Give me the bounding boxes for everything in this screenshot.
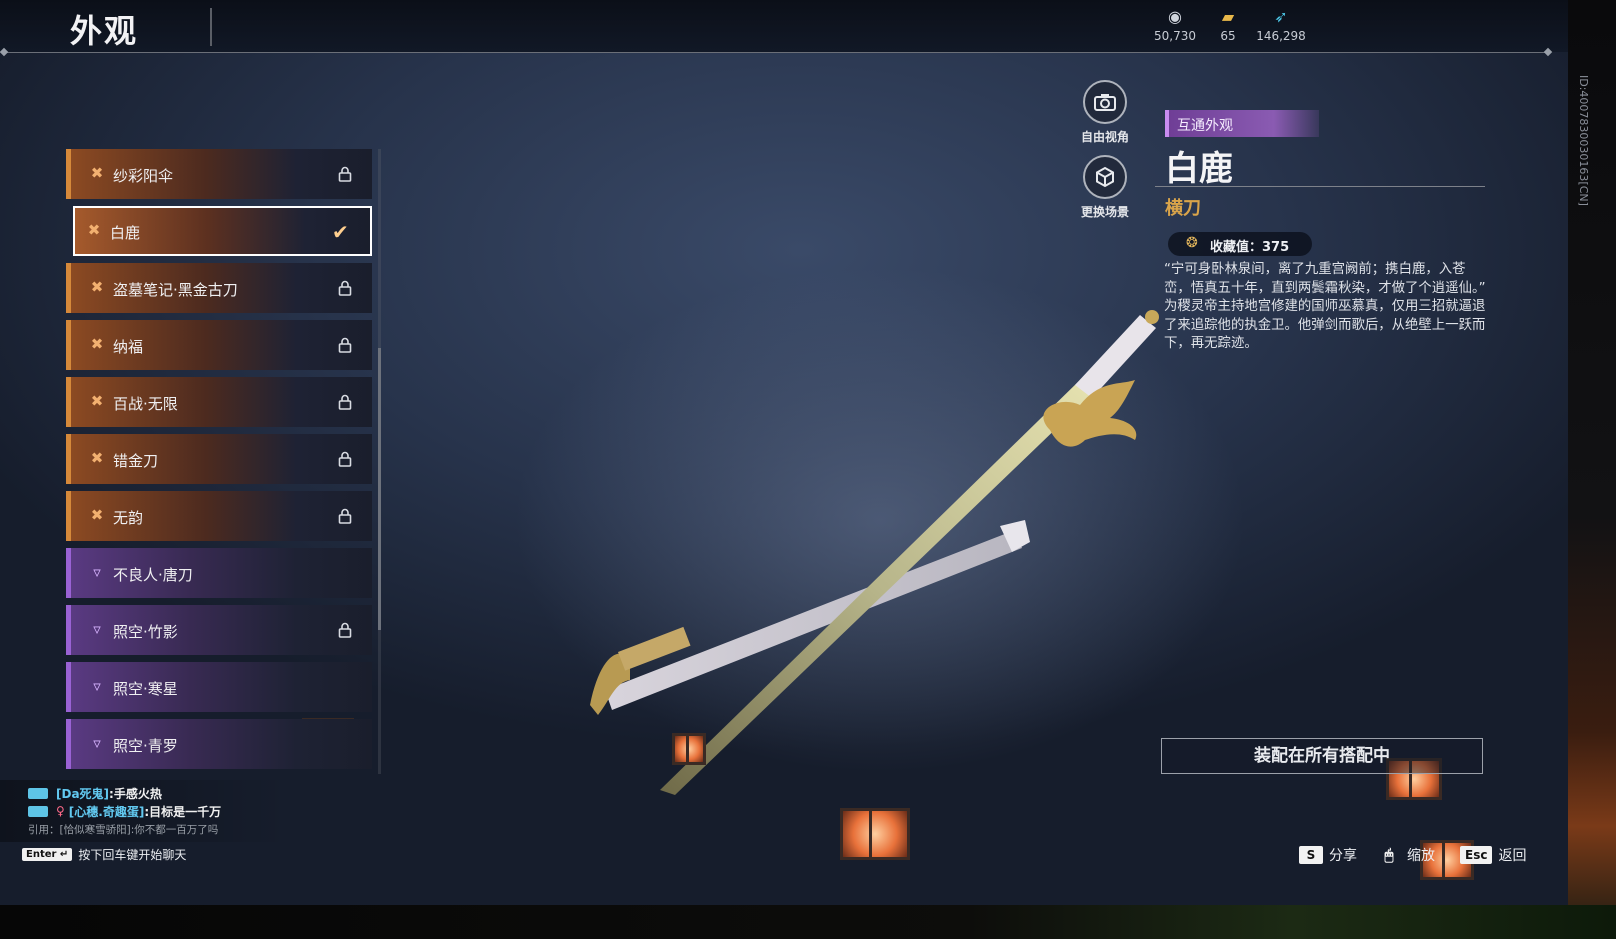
weapon-type: 横刀 <box>1165 198 1201 219</box>
name-divider <box>1155 186 1485 187</box>
orange-quality-icon: ✖ <box>90 278 104 296</box>
esc-key: Esc <box>1460 846 1493 864</box>
share-label: 分享 <box>1329 848 1357 864</box>
appearance-item-name: 纱彩阳伞 <box>113 167 174 185</box>
purple-quality-icon: ▿ <box>93 563 101 581</box>
appearance-item[interactable]: ✖ 百战·无限 <box>66 377 372 427</box>
title-divider <box>210 8 212 46</box>
zoom-hint[interactable]: 🖱 缩放 <box>1377 845 1435 865</box>
chat-message: [Da死鬼] :手感火热 <box>28 784 288 802</box>
description-lore: 为稷灵帝主持地宫修建的国师巫慕真，仅用三招就逼退了来追踪他的执金卫。他弹剑而歌后… <box>1164 299 1486 351</box>
appearance-item[interactable]: ✖ 错金刀 <box>66 434 372 484</box>
cube-icon <box>1083 155 1127 199</box>
appearance-item[interactable]: ✖ 纱彩阳伞 <box>66 149 372 199</box>
change-scene-label: 更换场景 <box>1080 205 1129 219</box>
orange-quality-icon: ✖ <box>90 335 104 353</box>
chat-quote: 引用：[恰似寒雪骄阳]:你不都一百万了吗 <box>28 823 219 836</box>
camera-icon <box>1083 80 1127 124</box>
appearance-item[interactable]: ▿ 照空·竹影 <box>66 605 372 655</box>
lock-icon <box>338 394 352 410</box>
orange-quality-icon: ✖ <box>90 392 104 410</box>
back-hint[interactable]: Esc 返回 <box>1460 845 1526 865</box>
id-watermark: ID:4007830030163[CN] <box>1577 75 1590 206</box>
change-scene-button[interactable]: 更换场景 <box>1070 155 1140 220</box>
chat-panel: [Da死鬼] :手感火热 ♀ [心穗.奇趣蛋] :目标是一千万 引用：[恰似寒雪… <box>28 784 288 838</box>
lock-icon <box>338 622 352 638</box>
chat-input-label: 按下回车键开始聊天 <box>78 848 187 862</box>
female-icon: ♀ <box>56 804 65 818</box>
channel-icon <box>28 787 48 799</box>
equip-all-button[interactable]: 装配在所有搭配中 <box>1161 738 1483 774</box>
lock-icon <box>338 451 352 467</box>
currency-feather[interactable]: ➶ 146,298 <box>1246 7 1316 44</box>
appearance-item-name: 无韵 <box>113 509 144 527</box>
item-name: 白鹿 <box>1165 149 1233 189</box>
chat-user[interactable]: [心穗.奇趣蛋] <box>69 803 145 820</box>
purple-quality-icon: ▿ <box>93 620 101 638</box>
orange-quality-icon: ✖ <box>87 221 101 239</box>
description-quote: “宁可身卧林泉间，离了九重宫阙前；携白鹿，入苍峦，悟真五十年，直到两鬓霜秋染，才… <box>1164 262 1486 296</box>
item-description: “宁可身卧林泉间，离了九重宫阙前；携白鹿，入苍峦，悟真五十年，直到两鬓霜秋染，才… <box>1164 261 1489 354</box>
scene-lantern <box>840 808 910 860</box>
appearance-item-name: 照空·竹影 <box>113 623 178 641</box>
channel-icon <box>28 805 48 817</box>
enter-key: Enter ↵ <box>22 848 73 861</box>
appearance-item[interactable]: ▿ 照空·寒星 <box>66 662 372 712</box>
appearance-item[interactable]: ✖ 无韵 <box>66 491 372 541</box>
top-bar-divider <box>6 52 1546 53</box>
chat-user[interactable]: [Da死鬼] <box>56 785 109 802</box>
list-scrollbar-thumb[interactable] <box>378 348 381 630</box>
appearance-item-name: 盗墓笔记·黑金古刀 <box>113 281 238 299</box>
free-view-label: 自由视角 <box>1080 130 1129 144</box>
chat-text: :手感火热 <box>109 786 162 801</box>
appearance-item-name: 不良人·唐刀 <box>113 566 193 584</box>
share-key: S <box>1299 846 1323 864</box>
orange-quality-icon: ✖ <box>90 506 104 524</box>
chat-message: ♀ [心穗.奇趣蛋] :目标是一千万 <box>28 802 288 820</box>
appearance-item-name: 照空·青罗 <box>113 737 178 755</box>
scene-edge <box>1568 0 1616 939</box>
weapon-model[interactable] <box>560 290 1180 850</box>
collection-value: 收藏值：375 <box>1210 240 1290 255</box>
orange-quality-icon: ✖ <box>90 164 104 182</box>
appearance-item-name: 照空·寒星 <box>113 680 178 698</box>
chat-input-hint[interactable]: Enter ↵ 按下回车键开始聊天 <box>22 846 186 863</box>
lock-icon <box>338 508 352 524</box>
purple-quality-icon: ▿ <box>93 734 101 752</box>
tag-label: 互通外观 <box>1177 118 1233 134</box>
appearance-item[interactable]: ▿ 不良人·唐刀 <box>66 548 372 598</box>
scene-bottom <box>0 905 1616 939</box>
page-title: 外观 <box>70 12 139 50</box>
appearance-list: ✖ 纱彩阳伞 ✖ 白鹿 ✔ ✖ 盗墓笔记·黑金古刀 ✖ 纳福 ✖ 百战·无限 ✖ 错金刀 ✖ 无韵 ▿ 不良人·… <box>66 149 372 776</box>
cross-server-tag: 互通外观 <box>1165 110 1319 137</box>
lock-icon <box>338 337 352 353</box>
appearance-item[interactable]: ✖ 盗墓笔记·黑金古刀 <box>66 263 372 313</box>
appearance-item-name: 白鹿 <box>110 224 141 242</box>
chat-text: :目标是一千万 <box>144 804 222 819</box>
free-view-button[interactable]: 自由视角 <box>1070 80 1140 145</box>
lock-icon <box>338 166 352 182</box>
collection-icon: ❂ <box>1186 235 1198 251</box>
feather-icon: ➶ <box>1274 7 1288 26</box>
appearance-item-name: 百战·无限 <box>113 395 178 413</box>
collection-value-badge: ❂ 收藏值：375 <box>1168 232 1312 256</box>
scene-lantern <box>672 733 706 765</box>
back-label: 返回 <box>1498 848 1527 864</box>
appearance-item[interactable]: ✖ 白鹿 ✔ <box>73 206 372 256</box>
lock-icon <box>338 280 352 296</box>
appearance-item[interactable]: ✖ 纳福 <box>66 320 372 370</box>
check-icon: ✔ <box>332 220 349 244</box>
appearance-item[interactable]: ▿ 照空·青罗 <box>66 719 372 769</box>
appearance-item-name: 错金刀 <box>113 452 159 470</box>
purple-quality-icon: ▿ <box>93 677 101 695</box>
currency-value: 146,298 <box>1256 29 1306 43</box>
orange-quality-icon: ✖ <box>90 449 104 467</box>
zoom-label: 缩放 <box>1407 848 1435 864</box>
top-bar: 外观 ◉ 50,730 ▰ 65 ➶ 146,298 <box>0 0 1568 52</box>
mouse-icon: 🖱 <box>1384 846 1394 864</box>
share-hint[interactable]: S 分享 <box>1299 845 1357 865</box>
appearance-item-name: 纳福 <box>113 338 144 356</box>
